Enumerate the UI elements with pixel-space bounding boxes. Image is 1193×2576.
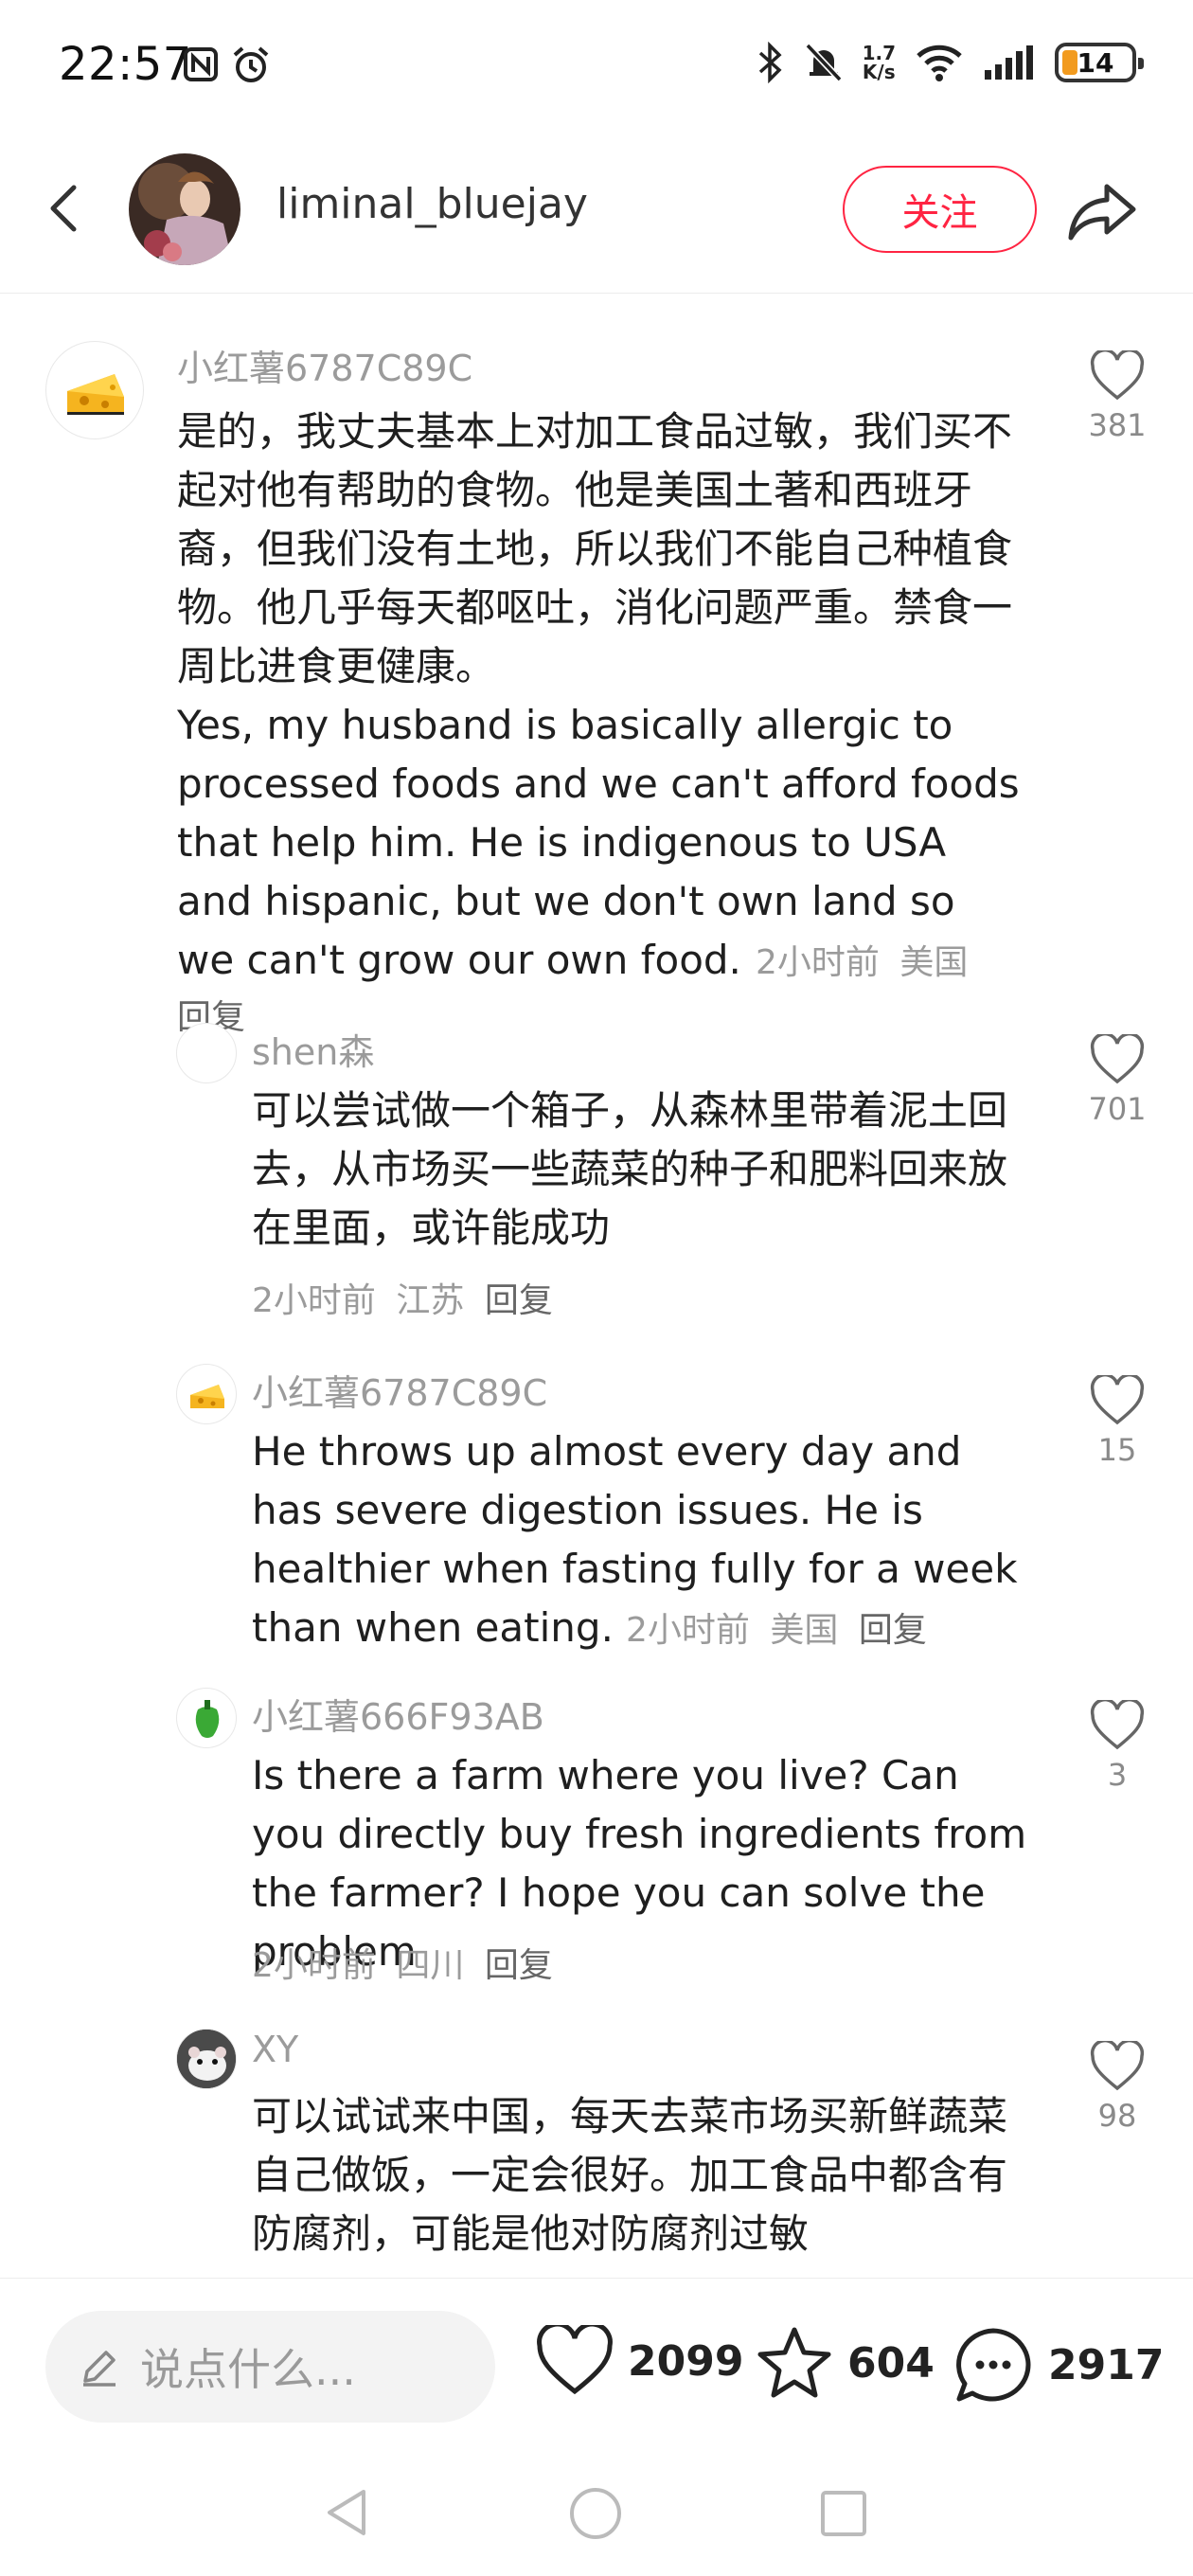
heart-icon[interactable]: [1089, 1375, 1146, 1426]
nav-back-icon[interactable]: [322, 2486, 369, 2539]
comment-time: 2小时前: [252, 1281, 376, 1320]
nav-home-icon[interactable]: [568, 2486, 623, 2541]
cheese-avatar-icon: [190, 1385, 224, 1408]
hamster-avatar-icon: [177, 2030, 236, 2088]
comment-text: 可以尝试做一个箱子，从森林里带着泥土回去，从市场买一些蔬菜的种子和肥料回来放在里…: [252, 1087, 1008, 1251]
comment-author[interactable]: XY: [252, 2029, 298, 2070]
heart-icon[interactable]: [535, 2325, 614, 2397]
like-action[interactable]: 2099: [535, 2325, 743, 2397]
status-left-icons: [182, 45, 271, 85]
bluetooth-icon: [758, 42, 782, 83]
reply-avatar[interactable]: [176, 1688, 237, 1748]
comment-avatar[interactable]: [45, 341, 144, 439]
comment-time: 2小时前: [756, 943, 880, 982]
chat-bubble-icon[interactable]: [952, 2325, 1035, 2405]
heart-icon[interactable]: [1089, 1034, 1146, 1085]
star-count-total: 604: [847, 2338, 935, 2388]
wifi-icon: [917, 45, 962, 81]
cheese-avatar-icon: [67, 374, 124, 415]
pencil-icon: [83, 2351, 116, 2387]
reply-avatar[interactable]: [176, 1364, 237, 1424]
author-username[interactable]: liminal_bluejay: [276, 180, 588, 228]
share-icon[interactable]: [1065, 173, 1141, 249]
reply-button[interactable]: 回复: [859, 1611, 927, 1650]
comment-input[interactable]: 说点什么...: [45, 2311, 495, 2423]
status-icons: 1.7 K/s 14: [757, 42, 1144, 83]
star-icon[interactable]: [755, 2325, 834, 2401]
comment-count-total: 2917: [1048, 2340, 1165, 2389]
nfc-icon: [184, 47, 218, 81]
like-count: 98: [1097, 2098, 1137, 2134]
comment-time: 2小时前: [626, 1611, 750, 1650]
reply-button[interactable]: 回复: [485, 1281, 553, 1320]
comment-like[interactable]: 701: [1075, 1034, 1160, 1127]
comment-clip: 可以试试来中国，每天去菜市场买新鲜蔬菜自己做饭，一定会很好。加工食品中都含有防腐…: [252, 2087, 1019, 2277]
comment-text: 可以试试来中国，每天去菜市场买新鲜蔬菜自己做饭，一定会很好。加工食品中都含有防腐…: [252, 2093, 1008, 2257]
reply-avatar[interactable]: [176, 2029, 237, 2089]
author-avatar[interactable]: [129, 153, 240, 265]
comment-author[interactable]: 小红薯6787C89C: [252, 1364, 547, 1416]
star-action[interactable]: 604: [755, 2325, 935, 2401]
like-count: 3: [1107, 1757, 1128, 1793]
comment-like[interactable]: 3: [1075, 1700, 1160, 1793]
back-arrow-icon[interactable]: [38, 180, 95, 237]
alarm-icon: [233, 46, 269, 82]
reply-button[interactable]: 回复: [485, 1946, 553, 1985]
status-time: 22:57: [59, 38, 192, 91]
comment-body: He throws up almost every day and has se…: [252, 1422, 1019, 1657]
comment-meta: 2小时前 四川 回复: [252, 1938, 562, 1987]
comment-like[interactable]: 98: [1075, 2041, 1160, 2134]
heart-icon[interactable]: [1089, 350, 1146, 402]
like-count: 381: [1088, 407, 1147, 443]
comment-like[interactable]: 15: [1075, 1375, 1160, 1468]
pepper-avatar-icon: [195, 1700, 220, 1738]
comment-meta: 2小时前 江苏 回复: [252, 1273, 562, 1322]
like-count-total: 2099: [628, 2336, 744, 2386]
battery-indicator: 14: [1055, 43, 1144, 82]
comment-body: 是的，我丈夫基本上对加工食品过敏，我们买不起对他有帮助的食物。他是美国土著和西班…: [177, 402, 1020, 1039]
comment-meta: 2小时前 美国 回复: [626, 1611, 936, 1650]
comment-time: 2小时前: [252, 1946, 376, 1985]
comment-location: 美国: [899, 943, 969, 982]
comment-action[interactable]: 2917: [952, 2325, 1164, 2405]
comment-input-placeholder: 说点什么...: [140, 2344, 356, 2395]
like-count: 15: [1097, 1432, 1137, 1468]
comment-text: 是的，我丈夫基本上对加工食品过敏，我们买不起对他有帮助的食物。他是美国土著和西班…: [177, 408, 1020, 983]
mute-bell-icon: [805, 43, 843, 82]
net-speed: 1.7 K/s: [862, 42, 896, 83]
comment-author[interactable]: 小红薯6787C89C: [177, 339, 472, 391]
like-count: 701: [1088, 1091, 1147, 1127]
nav-recents-icon[interactable]: [819, 2489, 868, 2538]
comment-like[interactable]: 381: [1075, 350, 1160, 443]
comment-author[interactable]: shen森: [252, 1023, 374, 1075]
comment-location: 四川: [396, 1946, 465, 1985]
comment-author[interactable]: 小红薯666F93AB: [252, 1688, 544, 1740]
heart-icon[interactable]: [1089, 2041, 1146, 2092]
follow-button[interactable]: 关注: [843, 166, 1037, 253]
signal-icon: [985, 45, 1033, 80]
reply-avatar[interactable]: [176, 1023, 237, 1083]
comment-location: 美国: [770, 1611, 839, 1650]
comment-location: 江苏: [396, 1281, 465, 1320]
heart-icon[interactable]: [1089, 1700, 1146, 1751]
